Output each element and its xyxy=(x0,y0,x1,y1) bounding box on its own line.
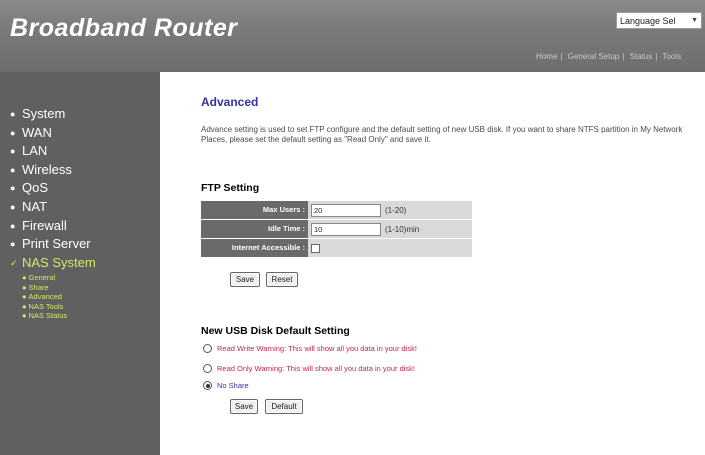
top-link-status[interactable]: Status xyxy=(630,52,653,61)
header-bar: Broadband Router Language Sel ▼ Home | Ge… xyxy=(0,0,705,72)
read-write-label: Read Write Warning: This will show all y… xyxy=(217,344,417,353)
bullet-icon: ● xyxy=(10,183,16,194)
usb-default-button[interactable]: Default xyxy=(265,399,303,414)
subnav-item-nas-status[interactable]: ● NAS Status xyxy=(22,311,96,321)
no-share-label: No Share xyxy=(217,381,249,390)
bullet-icon: ● xyxy=(10,146,16,157)
language-select[interactable]: Language Sel ▼ xyxy=(616,12,702,29)
sidebar-item-lan[interactable]: ● LAN xyxy=(10,142,96,161)
page-description: Advance setting is used to set FTP confi… xyxy=(201,125,683,144)
top-link-tools[interactable]: Tools xyxy=(662,52,681,61)
page-title: Advanced xyxy=(201,95,259,109)
sidebar-item-firewall[interactable]: ● Firewall xyxy=(10,217,96,236)
bullet-icon: ● xyxy=(22,282,27,292)
sidebar-item-wireless[interactable]: ● Wireless xyxy=(10,161,96,180)
checkmark-icon: ✓ xyxy=(10,257,18,268)
sidebar-item-qos[interactable]: ● QoS xyxy=(10,179,96,198)
top-link-general-setup[interactable]: General Setup xyxy=(568,52,620,61)
subnav-item-general[interactable]: ● General xyxy=(22,273,96,283)
radio-read-only[interactable] xyxy=(203,364,212,373)
nas-subnav: ● General ● Share ● Advanced ● NAS Tools ● NA… xyxy=(22,273,96,321)
sidebar-item-print-server[interactable]: ● Print Server xyxy=(10,235,96,254)
ftp-save-button[interactable]: Save xyxy=(230,272,260,287)
usb-option-no-share[interactable]: No Share xyxy=(203,381,249,390)
bullet-icon: ● xyxy=(10,127,16,138)
bullet-icon: ● xyxy=(10,220,16,231)
top-nav-links: Home | General Setup | Status | Tools xyxy=(536,52,682,61)
chevron-down-icon: ▼ xyxy=(691,17,698,24)
bullet-icon: ● xyxy=(10,164,16,175)
usb-section-title: New USB Disk Default Setting xyxy=(201,325,350,337)
idle-time-input[interactable]: 10 xyxy=(311,222,381,236)
bullet-icon: ● xyxy=(22,292,27,302)
usb-option-read-write[interactable]: Read Write Warning: This will show all y… xyxy=(203,344,417,353)
ftp-row-max-users: Max Users : 20 (1-20) xyxy=(201,201,472,219)
top-link-home[interactable]: Home xyxy=(536,52,557,61)
bullet-icon: ● xyxy=(10,239,16,250)
max-users-hint: (1-20) xyxy=(385,205,407,215)
bullet-icon: ● xyxy=(22,273,27,283)
bullet-icon: ● xyxy=(10,109,16,119)
sidebar-item-nas-system[interactable]: ✓ NAS System xyxy=(10,254,96,273)
brand-title: Broadband Router xyxy=(10,14,238,42)
internet-accessible-label: Internet Accessible : xyxy=(201,239,308,257)
bullet-icon: ● xyxy=(10,201,16,212)
idle-time-hint: (1-10)min xyxy=(385,224,420,234)
radio-read-write[interactable] xyxy=(203,344,212,353)
sidebar-item-wan[interactable]: ● WAN xyxy=(10,124,96,143)
ftp-settings-table: Max Users : 20 (1-20) Idle Time : 10 (1-… xyxy=(201,201,472,258)
subnav-item-advanced[interactable]: ● Advanced xyxy=(22,292,96,302)
ftp-row-idle-time: Idle Time : 10 (1-10)min xyxy=(201,220,472,238)
sidebar-item-system[interactable]: ● System xyxy=(10,105,96,124)
read-only-label: Read Only Warning: This will show all yo… xyxy=(217,364,416,373)
main-content: Advanced Advance setting is used to set … xyxy=(160,72,705,455)
bullet-icon: ● xyxy=(22,301,27,311)
sidebar-item-nat[interactable]: ● NAT xyxy=(10,198,96,217)
language-select-value: Language Sel xyxy=(620,15,676,26)
subnav-item-share[interactable]: ● Share xyxy=(22,283,96,293)
ftp-reset-button[interactable]: Reset xyxy=(266,272,298,287)
subnav-item-nas-tools[interactable]: ● NAS Tools xyxy=(22,302,96,312)
ftp-section-title: FTP Setting xyxy=(201,182,260,194)
idle-time-label: Idle Time : xyxy=(201,220,308,238)
max-users-input[interactable]: 20 xyxy=(311,203,381,217)
internet-accessible-checkbox[interactable] xyxy=(311,243,320,253)
usb-option-read-only[interactable]: Read Only Warning: This will show all yo… xyxy=(203,364,415,373)
bullet-icon: ● xyxy=(22,311,27,321)
sidebar-nav: ● System ● WAN ● LAN ● Wireless ● QoS ● NAT ● F… xyxy=(10,105,96,321)
max-users-label: Max Users : xyxy=(201,201,308,219)
usb-save-button[interactable]: Save xyxy=(230,399,258,414)
sidebar: ● System ● WAN ● LAN ● Wireless ● QoS ● NAT ● F… xyxy=(0,72,160,455)
ftp-row-internet-accessible: Internet Accessible : xyxy=(201,239,472,257)
radio-no-share[interactable] xyxy=(203,381,212,390)
